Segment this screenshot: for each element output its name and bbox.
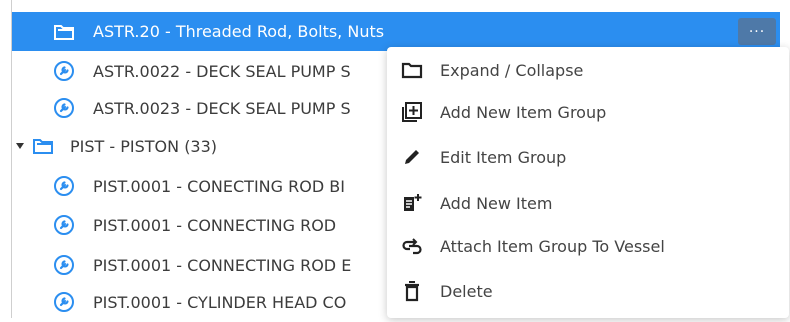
wrench-icon — [52, 253, 76, 277]
menu-item-label: Edit Item Group — [440, 147, 567, 167]
menu-item-label: Expand / Collapse — [440, 60, 584, 80]
tree-row-label: PIST.0001 - CYLINDER HEAD CO — [93, 292, 347, 312]
folder-icon — [52, 20, 76, 44]
tree-row-label: PIST - PISTON (33) — [70, 136, 218, 156]
wrench-icon — [52, 59, 76, 83]
tree-row-label: ASTR.0023 - DECK SEAL PUMP S — [93, 98, 351, 118]
wrench-icon — [52, 96, 76, 120]
menu-item-label: Add New Item Group — [440, 102, 607, 122]
tree-row-selected[interactable]: ASTR.20 - Threaded Rod, Bolts, Nuts ··· — [12, 12, 780, 51]
menu-item-label: Add New Item — [440, 193, 553, 213]
menu-item-delete[interactable]: Delete — [387, 271, 789, 311]
menu-item-expand-collapse[interactable]: Expand / Collapse — [387, 50, 789, 90]
tree-row-label: PIST.0001 - CONNECTING ROD — [93, 215, 337, 235]
tree-row-label: ASTR.0022 - DECK SEAL PUMP S — [93, 61, 351, 81]
menu-item-attach-item-group[interactable]: Attach Item Group To Vessel — [387, 226, 789, 266]
folder-icon — [31, 134, 55, 158]
menu-item-edit-item-group[interactable]: Edit Item Group — [387, 137, 789, 177]
wrench-icon — [52, 213, 76, 237]
more-options-button[interactable]: ··· — [738, 18, 776, 45]
menu-item-add-new-item[interactable]: Add New Item — [387, 183, 789, 223]
pencil-icon — [401, 146, 423, 168]
folder-icon — [401, 59, 423, 81]
context-menu: Expand / Collapse Add New Item Group Edi… — [387, 47, 789, 318]
wrench-icon — [52, 174, 76, 198]
trash-icon — [401, 280, 423, 302]
tree-row-label: PIST.0001 - CONECTING ROD BI — [93, 176, 345, 196]
menu-item-label: Attach Item Group To Vessel — [440, 236, 665, 256]
caret-down-icon[interactable] — [15, 141, 25, 151]
add-group-icon — [401, 101, 423, 123]
add-item-icon — [401, 192, 423, 214]
tree-row-label: ASTR.20 - Threaded Rod, Bolts, Nuts — [93, 22, 385, 41]
menu-item-add-new-item-group[interactable]: Add New Item Group — [387, 92, 789, 132]
tree-row-label: PIST.0001 - CONNECTING ROD E — [93, 255, 352, 275]
attach-icon — [401, 235, 423, 257]
menu-item-label: Delete — [440, 281, 493, 301]
wrench-icon — [52, 290, 76, 314]
